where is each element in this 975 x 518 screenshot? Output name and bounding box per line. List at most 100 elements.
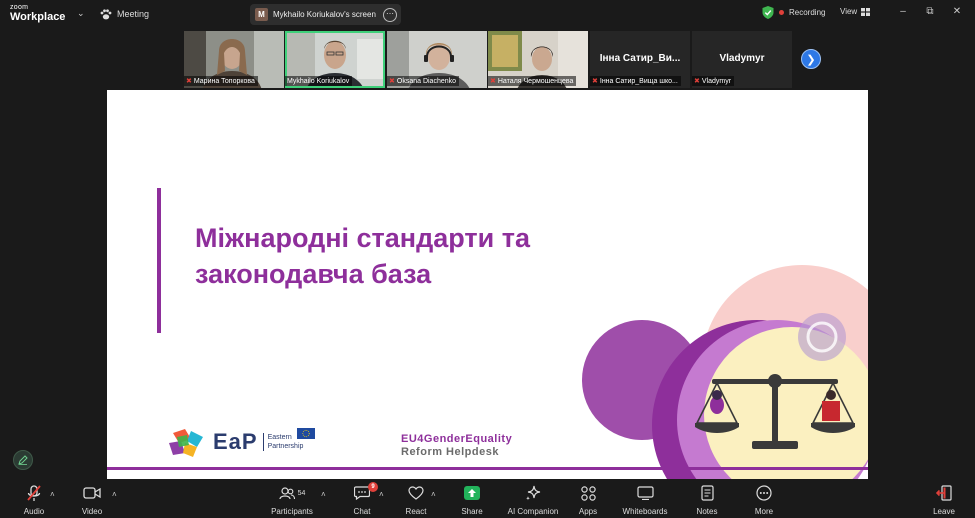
shield-check-icon: [762, 6, 774, 19]
eap-logo: EaP Eastern Partnership: [165, 427, 315, 457]
chat-button[interactable]: 9 Chat: [332, 482, 392, 516]
leave-label: Leave: [933, 507, 955, 516]
eu4-line1: EU4GenderEquality: [401, 433, 513, 445]
participant-name: Наталя Чермошенцева: [497, 77, 574, 85]
participant-name: Vladymyr: [701, 77, 732, 85]
participant-name-tag: ✖ Oksana Diachenko: [387, 76, 460, 86]
participant-name: Oksana Diachenko: [396, 77, 457, 85]
sparkle-icon: [526, 485, 541, 501]
mic-muted-icon: ✖: [592, 78, 598, 85]
recording-indicator[interactable]: Recording: [762, 6, 825, 19]
brand-line2: Workplace: [10, 11, 66, 23]
ai-companion-label: AI Companion: [507, 507, 559, 516]
participant-tile[interactable]: ✖ Наталя Чермошенцева: [488, 31, 588, 88]
view-button[interactable]: View: [840, 7, 871, 16]
slide-illustration: [582, 265, 868, 479]
mic-muted-icon: ✖: [694, 78, 700, 85]
heart-icon: [408, 486, 424, 500]
participant-tile[interactable]: Vladymyr ✖ Vladymyr: [692, 31, 792, 88]
share-screen-icon: [464, 486, 480, 500]
participants-count: 54: [297, 489, 306, 497]
participant-tile[interactable]: ✖ Марина Топоркова: [184, 31, 284, 88]
chevron-right-icon: ❯: [806, 54, 816, 66]
view-label: View: [840, 7, 858, 16]
slide-title-line1: Міжнародні стандарти та: [195, 223, 530, 253]
recording-label: Recording: [789, 8, 826, 17]
participant-name: Марина Топоркова: [193, 77, 255, 85]
audio-button[interactable]: Audio: [4, 484, 64, 516]
mic-muted-icon: ✖: [186, 78, 192, 85]
zoom-logo: zoom Workplace: [10, 4, 65, 23]
screen-share-indicator[interactable]: M Mykhailo Koriukalov's screen ⋯: [250, 4, 401, 25]
participants-label: Participants: [271, 507, 313, 516]
video-camera-icon: [83, 487, 101, 499]
chat-label: Chat: [353, 507, 371, 516]
meeting-info-button[interactable]: Meeting: [100, 6, 149, 22]
close-icon[interactable]: ✕: [951, 6, 963, 17]
react-label: React: [405, 507, 427, 516]
video-label: Video: [81, 507, 103, 516]
video-button[interactable]: Video: [62, 484, 122, 516]
participants-button[interactable]: 54 Participants: [262, 484, 322, 516]
participant-display-name: Vladymyr: [719, 53, 765, 64]
participant-tile-speaking[interactable]: Mykhailo Koriukalov: [285, 31, 385, 88]
participant-name-tag: ✖ Vladymyr: [692, 76, 735, 86]
participant-name: Mykhailo Koriukalov: [287, 77, 350, 85]
paw-icon: [100, 8, 112, 19]
annotate-button[interactable]: [13, 450, 33, 470]
share-label: Share: [461, 507, 483, 516]
participant-name-tag: ✖ Інна Сатир_Вища шко...: [590, 76, 681, 86]
react-options-caret-icon[interactable]: ˄: [431, 490, 436, 499]
video-options-caret-icon[interactable]: ˄: [112, 490, 117, 499]
minimize-icon[interactable]: –: [897, 6, 909, 17]
react-button[interactable]: React: [386, 484, 446, 516]
grid-icon: [861, 7, 871, 16]
apps-button[interactable]: Apps: [558, 484, 618, 516]
chat-unread-badge: 9: [368, 482, 378, 492]
apps-label: Apps: [578, 507, 598, 516]
recording-dot-icon: [779, 10, 784, 15]
chat-options-caret-icon[interactable]: ˄: [379, 490, 384, 499]
screen-share-label: Mykhailo Koriukalov's screen: [273, 10, 376, 19]
ai-companion-button[interactable]: AI Companion: [503, 484, 563, 516]
participants-icon: [278, 486, 295, 499]
eu-flag-icon: [297, 428, 315, 439]
slide-footer-line: [107, 467, 868, 470]
leave-door-icon: [936, 485, 952, 501]
participant-tile[interactable]: ✖ Oksana Diachenko: [387, 31, 487, 88]
next-page-button[interactable]: ❯: [801, 49, 821, 69]
title-bar: zoom Workplace ⌄ Meeting M Mykhailo Kori…: [0, 0, 975, 28]
more-options-icon[interactable]: ⋯: [383, 8, 397, 22]
eap-wordmark: EaP: [213, 429, 258, 454]
meeting-label: Meeting: [117, 9, 150, 19]
share-button[interactable]: Share: [442, 484, 502, 516]
eap-flower-icon: [169, 429, 203, 457]
brand-line1: zoom: [10, 4, 29, 11]
more-button[interactable]: More: [734, 484, 794, 516]
notes-label: Notes: [696, 507, 718, 516]
participant-display-name: Інна Сатир_Ви...: [599, 53, 681, 64]
participants-options-caret-icon[interactable]: ˄: [321, 490, 326, 499]
participant-name: Інна Сатир_Вища шко...: [599, 77, 678, 85]
slide-title: Міжнародні стандарти та законодавча база: [195, 220, 530, 292]
mic-muted-icon: [27, 484, 41, 501]
notes-icon: [700, 485, 714, 501]
participant-tile[interactable]: Інна Сатир_Ви... ✖ Інна Сатир_Вища шко..…: [590, 31, 690, 88]
participant-name-tag: Mykhailo Koriukalov: [285, 76, 353, 86]
meeting-toolbar: Audio ˄ Video ˄ 54 Participants ˄ 9 Chat…: [0, 481, 975, 518]
slide-title-line2: законодавча база: [195, 259, 432, 289]
participant-name-tag: ✖ Марина Топоркова: [184, 76, 258, 86]
eu4-line2: Reform Helpdesk: [401, 446, 499, 458]
more-icon: [756, 485, 772, 501]
more-label: More: [754, 507, 774, 516]
chevron-down-icon[interactable]: ⌄: [77, 8, 85, 19]
restore-icon[interactable]: ⧉: [924, 6, 936, 17]
whiteboards-button[interactable]: Whiteboards: [615, 484, 675, 516]
participant-name-tag: ✖ Наталя Чермошенцева: [488, 76, 577, 86]
leave-button[interactable]: Leave: [914, 484, 974, 516]
audio-options-caret-icon[interactable]: ˄: [50, 490, 55, 499]
whiteboard-icon: [636, 486, 654, 500]
pencil-icon: [18, 455, 28, 465]
notes-button[interactable]: Notes: [677, 484, 737, 516]
mic-muted-icon: ✖: [389, 78, 395, 85]
